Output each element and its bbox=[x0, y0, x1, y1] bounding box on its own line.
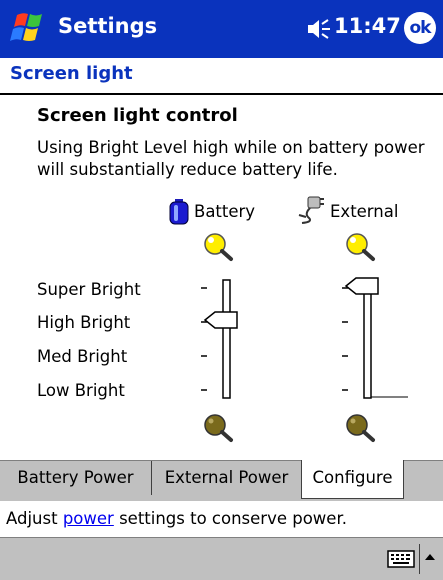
tab-configure[interactable]: Configure bbox=[301, 460, 404, 499]
dim-bulb-icon bbox=[346, 414, 375, 442]
sip-divider bbox=[419, 544, 420, 574]
footer-text: Adjust power settings to conserve power. bbox=[6, 509, 347, 528]
battery-slider-thumb bbox=[203, 311, 238, 329]
level-label-med-bright: Med Bright bbox=[37, 347, 128, 366]
dim-bulb-icon bbox=[204, 414, 233, 442]
windows-flag-icon[interactable] bbox=[9, 9, 47, 49]
external-brightness-slider[interactable] bbox=[338, 270, 408, 404]
bright-bulb-icon bbox=[346, 233, 375, 261]
section-heading: Screen light control bbox=[37, 105, 238, 126]
plug-icon bbox=[298, 196, 324, 224]
page-header: Screen light bbox=[0, 58, 443, 93]
app-title: Settings bbox=[58, 14, 158, 38]
bright-bulb-icon bbox=[204, 233, 233, 261]
header-divider bbox=[0, 93, 443, 95]
battery-icon bbox=[169, 199, 189, 225]
external-column-label: External bbox=[330, 202, 399, 221]
level-label-super-bright: Super Bright bbox=[37, 280, 141, 299]
external-slider-thumb bbox=[344, 277, 379, 295]
battery-column-label: Battery bbox=[194, 202, 256, 221]
keyboard-icon[interactable] bbox=[387, 549, 415, 569]
clock[interactable]: 11:47 bbox=[334, 14, 401, 38]
battery-brightness-slider[interactable] bbox=[195, 270, 265, 404]
level-label-low-bright: Low Bright bbox=[37, 381, 125, 400]
description-text: Using Bright Level high while on battery… bbox=[37, 138, 425, 179]
tab-external-power[interactable]: External Power bbox=[152, 461, 302, 495]
tab-strip: Battery Power External Power Configure bbox=[0, 460, 443, 501]
footer-prefix: Adjust bbox=[6, 509, 63, 528]
tab-battery-power[interactable]: Battery Power bbox=[0, 461, 152, 495]
ok-button[interactable]: ok bbox=[404, 12, 436, 44]
power-settings-link[interactable]: power bbox=[63, 509, 114, 528]
level-label-high-bright: High Bright bbox=[37, 313, 131, 332]
menu-bar bbox=[0, 537, 443, 580]
up-arrow-icon[interactable] bbox=[424, 552, 436, 562]
speaker-icon[interactable] bbox=[306, 17, 332, 41]
page-title: Screen light bbox=[10, 63, 133, 84]
title-bar: Settings 11:47 ok bbox=[0, 0, 443, 58]
footer-suffix: settings to conserve power. bbox=[113, 509, 347, 528]
